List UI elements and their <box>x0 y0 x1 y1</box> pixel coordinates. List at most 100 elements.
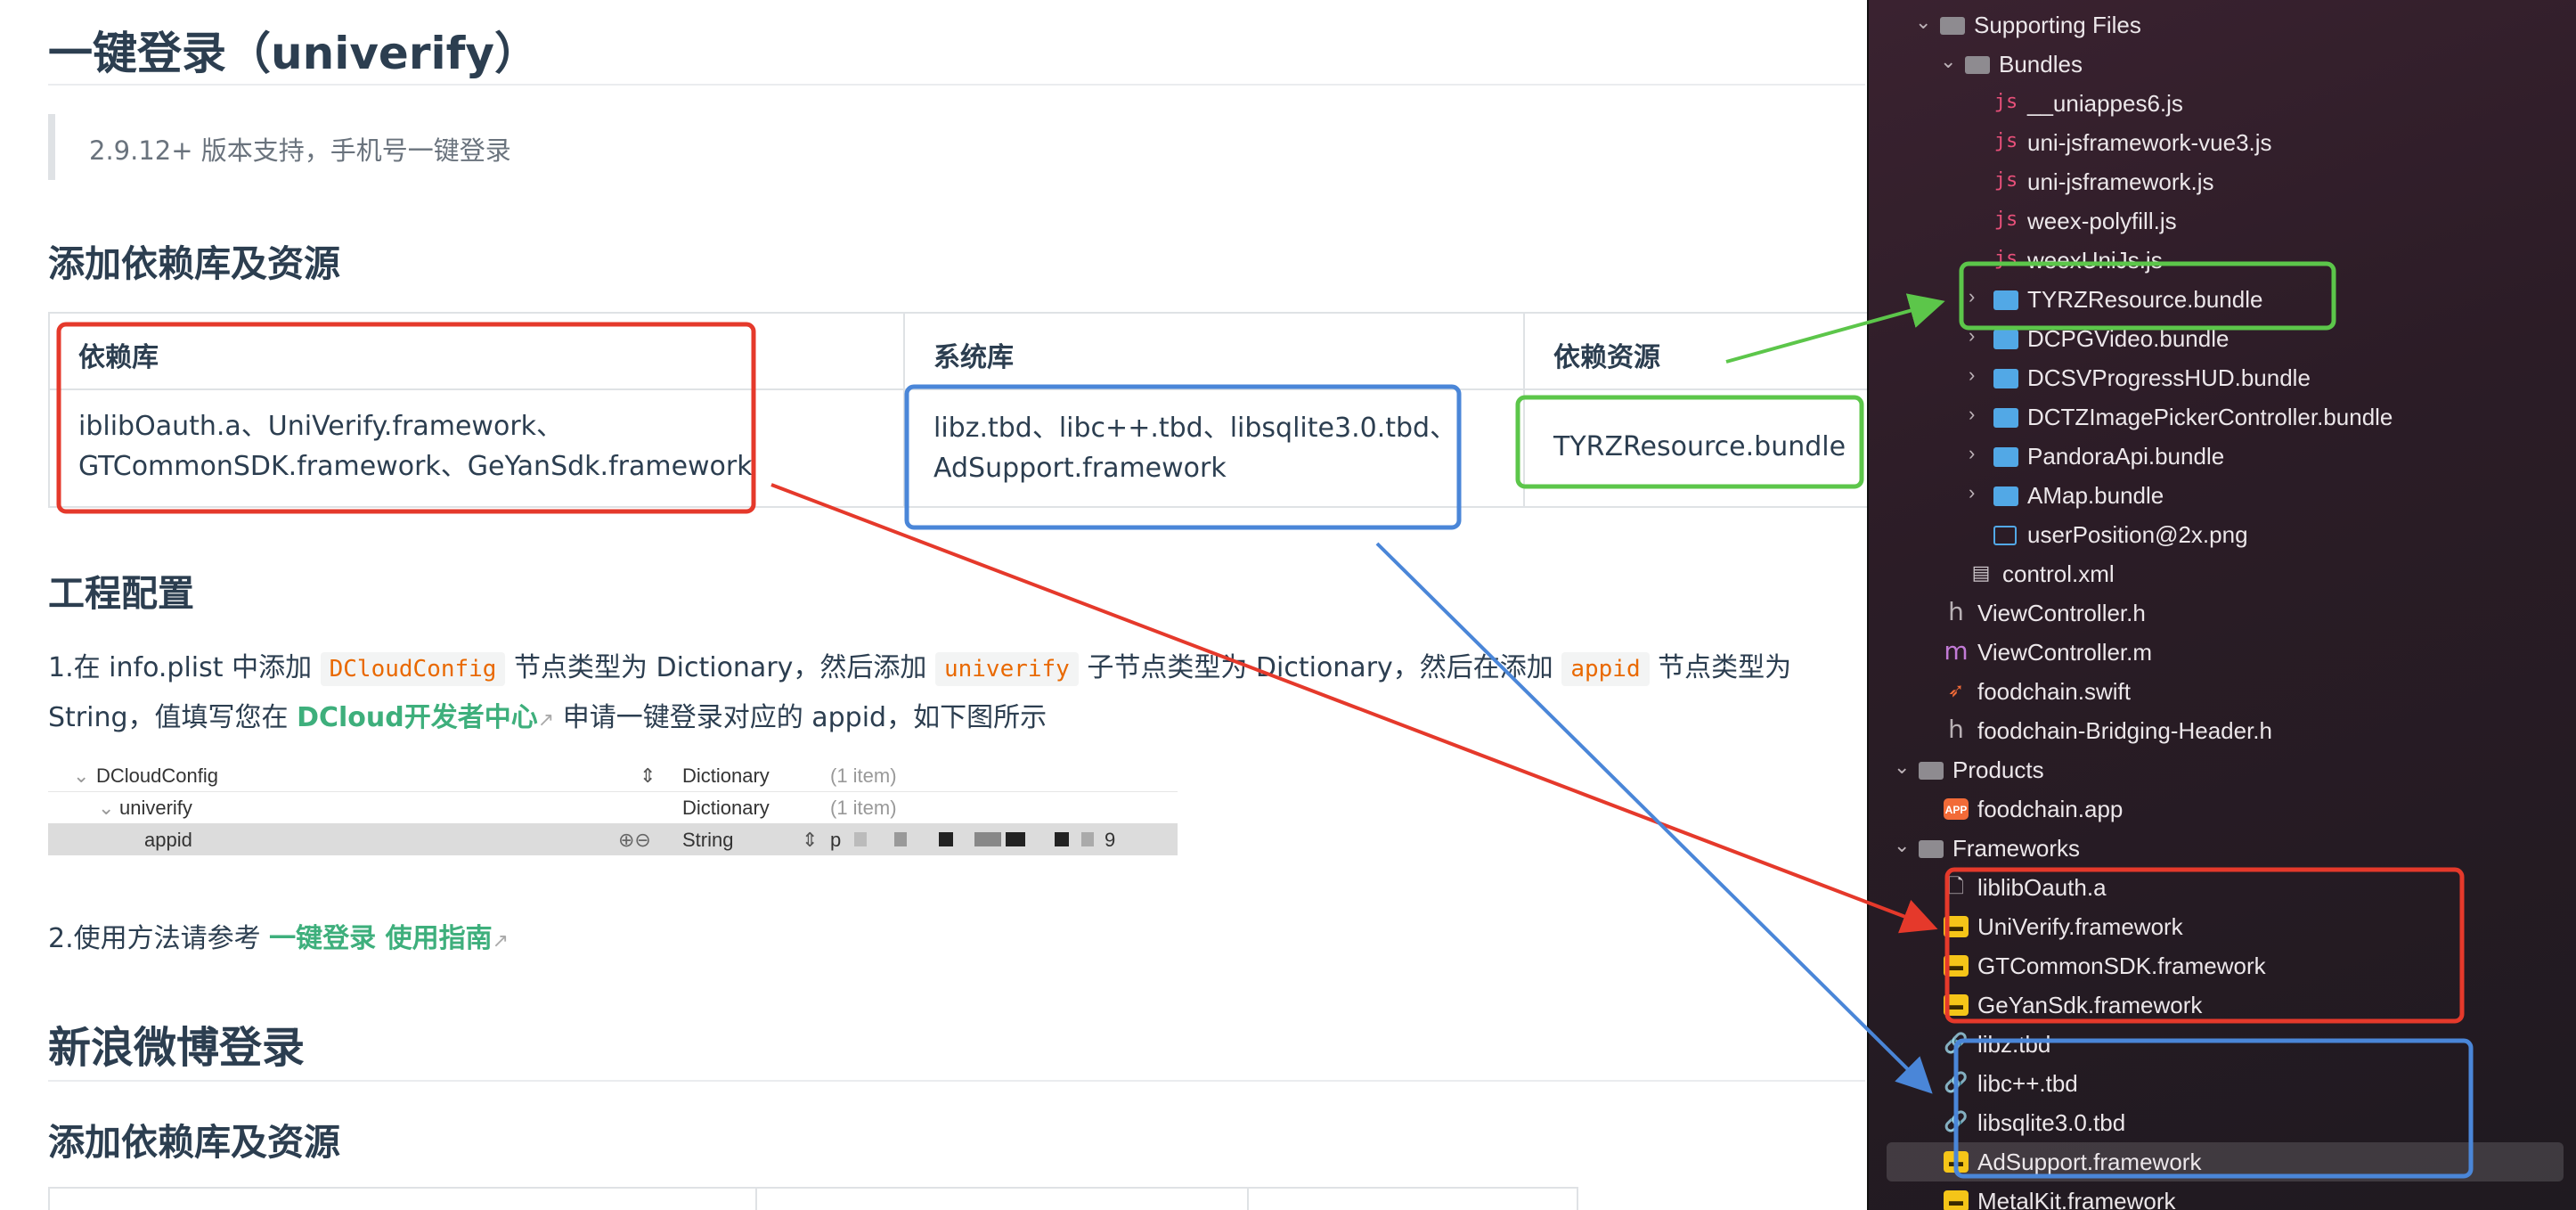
navigator-item[interactable]: js weexUniJs.js <box>1867 241 2576 280</box>
navigator-item[interactable]: userPosition@2x.png <box>1867 515 2576 554</box>
univerify-guide-link[interactable]: 一键登录 使用指南 <box>269 923 492 954</box>
external-link-icon: ↗ <box>537 709 555 732</box>
plist-row: ⌄ univerify Dictionary (1 item) <box>48 791 1178 824</box>
navigator-item[interactable]: › DCPGVideo.bundle <box>1867 319 2576 358</box>
navigator-item[interactable]: › AMap.bundle <box>1867 476 2576 515</box>
bundle-icon <box>1993 369 2018 388</box>
navigator-item[interactable]: ➶ foodchain.swift <box>1867 672 2576 711</box>
documentation-page: 一键登录（univerify） 2.9.12+ 版本支持，手机号一键登录 添加依… <box>0 0 1867 1210</box>
objc-file-icon: m <box>1944 636 1969 666</box>
navigator-item[interactable]: › DCTZImagePickerController.bundle <box>1867 397 2576 437</box>
table-header-system-libs: 系统库 <box>933 342 1014 373</box>
table-column-divider <box>757 1189 1249 1210</box>
navigator-item[interactable]: ⌄ Frameworks <box>1867 829 2576 868</box>
step2-text: 2.使用方法请参考 <box>48 923 270 954</box>
navigator-item[interactable]: ▬ GeYanSdk.framework <box>1867 985 2576 1025</box>
folder-icon <box>1919 840 1944 858</box>
navigator-item[interactable]: 🗋 liblibOauth.a <box>1867 868 2576 907</box>
navigator-item[interactable]: js __uniappes6.js <box>1867 84 2576 123</box>
dependency-table: 依赖库 系统库 依赖资源 iblibOauth.a、UniVerify.fram… <box>48 312 1867 508</box>
chevron-right-icon[interactable]: › <box>1969 403 1975 426</box>
add-remove-icon[interactable]: ⊕⊖ <box>618 829 651 852</box>
link-icon: 🔗 <box>1944 1110 1969 1132</box>
bundle-icon <box>1993 330 2018 349</box>
framework-icon: ▬ <box>1944 994 1969 1016</box>
xcode-project-navigator: ⌄ Supporting Files ⌄ Bundles js __uniappes6.j… <box>1867 0 2576 1210</box>
navigator-item-label: MetalKit.framework <box>1977 1188 2176 1210</box>
navigator-item-label: uni-jsframework.js <box>2027 168 2214 195</box>
xml-file-icon: ▤ <box>1971 561 1991 584</box>
chevron-right-icon[interactable]: › <box>1969 324 1975 347</box>
navigator-item[interactable]: ▤ control.xml <box>1867 554 2576 593</box>
plist-type: Dictionary <box>682 764 770 787</box>
navigator-item-label: DCSVProgressHUD.bundle <box>2027 364 2311 391</box>
chevron-down-icon[interactable]: ⌄ <box>1894 756 1910 779</box>
image-file-icon <box>1993 526 2017 545</box>
chevron-right-icon[interactable]: › <box>1969 481 1975 504</box>
navigator-item[interactable]: APP foodchain.app <box>1867 789 2576 829</box>
dependency-table-2 <box>48 1187 1578 1210</box>
bundle-icon <box>1993 408 2018 428</box>
step1-text: 节点类型为 <box>1649 652 1792 683</box>
table-cell-system-libs: libz.tbd、libc++.tbd、libsqlite3.0.tbd、 Ad… <box>933 408 1456 488</box>
navigator-item[interactable]: m ViewController.m <box>1867 633 2576 672</box>
chevron-right-icon[interactable]: › <box>1969 364 1975 387</box>
navigator-item-label: libz.tbd <box>1977 1031 2051 1058</box>
navigator-item[interactable]: ▬ AdSupport.framework <box>1887 1142 2564 1181</box>
navigator-item-label: Frameworks <box>1952 835 2081 862</box>
navigator-item[interactable]: ⌄ Products <box>1867 750 2576 789</box>
dcloud-developer-center-link[interactable]: DCloud开发者中心 <box>297 702 538 733</box>
plist-type: Dictionary <box>682 797 770 819</box>
navigator-item[interactable]: js weex-polyfill.js <box>1867 201 2576 241</box>
redaction-block <box>939 832 953 846</box>
code-univerify: univerify <box>934 652 1079 686</box>
navigator-item[interactable]: ▬ UniVerify.framework <box>1867 907 2576 946</box>
navigator-item[interactable]: › TYRZResource.bundle <box>1867 280 2576 319</box>
navigator-item[interactable]: 🔗 libz.tbd <box>1867 1025 2576 1064</box>
navigator-item[interactable]: 🔗 libsqlite3.0.tbd <box>1867 1103 2576 1142</box>
step2-line: 2.使用方法请参考 一键登录 使用指南↗ <box>48 916 509 955</box>
folder-icon <box>1919 762 1944 780</box>
navigator-item[interactable]: › DCSVProgressHUD.bundle <box>1867 358 2576 397</box>
navigator-item[interactable]: h ViewController.h <box>1867 593 2576 633</box>
plist-screenshot: ⌄ DCloudConfig ⇕ Dictionary (1 item) ⌄ u… <box>48 759 1178 861</box>
folder-icon <box>1965 56 1990 74</box>
navigator-item-label: Bundles <box>1999 51 2083 78</box>
framework-icon: ▬ <box>1944 1151 1969 1173</box>
bundle-icon <box>1993 290 2018 310</box>
navigator-item-label: foodchain-Bridging-Header.h <box>1977 717 2272 744</box>
plist-value: p <box>830 829 842 851</box>
navigator-item[interactable]: ▬ GTCommonSDK.framework <box>1867 946 2576 985</box>
code-appid: appid <box>1561 652 1650 686</box>
header-file-icon: h <box>1948 715 1964 744</box>
navigator-item[interactable]: ▬ MetalKit.framework <box>1867 1181 2576 1210</box>
plist-value: (1 item) <box>830 764 897 787</box>
navigator-item-label: DCTZImagePickerController.bundle <box>2027 404 2393 430</box>
navigator-item-label: DCPGVideo.bundle <box>2027 325 2230 352</box>
navigator-item[interactable]: ⌄ Supporting Files <box>1867 5 2576 45</box>
navigator-item[interactable]: 🔗 libc++.tbd <box>1867 1064 2576 1103</box>
plist-value: (1 item) <box>830 797 897 819</box>
chevron-down-icon[interactable]: ⌄ <box>1940 50 1956 73</box>
navigator-item[interactable]: › PandoraApi.bundle <box>1867 437 2576 476</box>
navigator-item[interactable]: h foodchain-Bridging-Header.h <box>1867 711 2576 750</box>
navigator-item-label: ViewController.h <box>1977 600 2146 626</box>
chevron-right-icon[interactable]: › <box>1969 442 1975 465</box>
folder-icon <box>1940 17 1965 35</box>
step1-text: String，值填写您在 <box>48 702 298 733</box>
library-file-icon: 🗋 <box>1948 875 1964 897</box>
navigator-item-label: foodchain.swift <box>1977 678 2131 705</box>
chevron-down-icon[interactable]: ⌄ <box>1894 834 1910 857</box>
navigator-item[interactable]: js uni-jsframework-vue3.js <box>1867 123 2576 162</box>
js-file-icon: js <box>1993 130 2018 152</box>
navigator-item-label: UniVerify.framework <box>1977 913 2183 940</box>
table-header-resources: 依赖资源 <box>1553 342 1660 373</box>
step1-line1: 1.在 info.plist 中添加 DCloudConfig 节点类型为 Di… <box>48 645 1792 686</box>
chevron-down-icon[interactable]: ⌄ <box>1915 11 1931 34</box>
bundle-icon <box>1993 486 2018 506</box>
chevron-right-icon[interactable]: › <box>1969 285 1975 308</box>
navigator-item-label: liblibOauth.a <box>1977 874 2107 901</box>
navigator-item[interactable]: ⌄ Bundles <box>1867 45 2576 84</box>
navigator-item[interactable]: js uni-jsframework.js <box>1867 162 2576 201</box>
js-file-icon: js <box>1993 208 2018 231</box>
